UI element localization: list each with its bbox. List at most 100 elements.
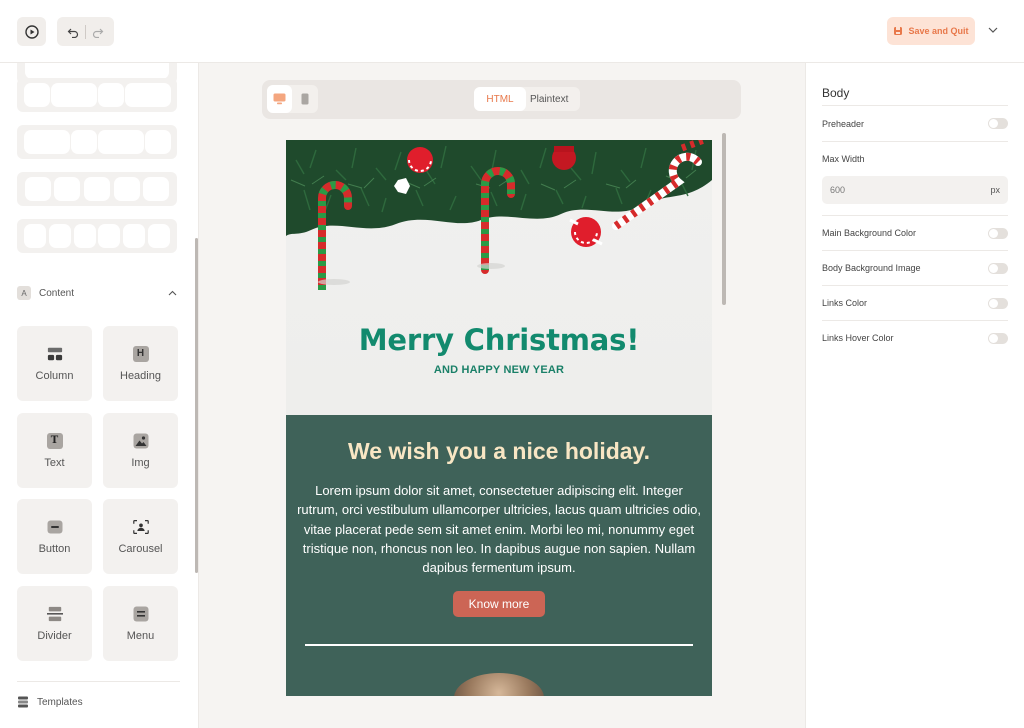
block-divider[interactable]: Divider: [17, 586, 92, 661]
layout-option[interactable]: [17, 125, 177, 159]
chevron-down-icon: [988, 27, 998, 33]
content-section-badge: A: [17, 286, 31, 300]
button-icon: [47, 519, 63, 535]
links-hover-color-row: Links Hover Color: [822, 320, 1008, 355]
photo-image[interactable]: [454, 673, 544, 696]
top-bar: Save and Quit: [0, 0, 1024, 63]
block-heading[interactable]: H Heading: [103, 326, 178, 401]
links-color-label: Links Color: [822, 298, 868, 308]
block-label: Img: [131, 456, 150, 469]
templates-link[interactable]: Templates: [17, 681, 180, 708]
preview-button[interactable]: [17, 17, 46, 46]
layout-option[interactable]: [17, 172, 177, 206]
blocks-panel: A Content Column H Heading T Text Img Bu…: [0, 63, 199, 728]
tab-html[interactable]: HTML: [474, 87, 526, 111]
content-section-header[interactable]: A Content: [17, 283, 179, 303]
undo-icon[interactable]: [67, 26, 79, 38]
menu-icon: [133, 606, 149, 622]
block-menu[interactable]: Menu: [103, 586, 178, 661]
block-column[interactable]: Column: [17, 326, 92, 401]
canvas-toolbar: HTML Plaintext: [262, 80, 741, 119]
links-hover-color-label: Links Hover Color: [822, 333, 894, 343]
main-bg-color-toggle[interactable]: [988, 227, 1008, 239]
mobile-icon: [301, 93, 308, 105]
carousel-icon: [132, 519, 149, 535]
layout-cell: [145, 179, 168, 199]
layout-cell: [146, 132, 169, 152]
layout-cell: [100, 226, 119, 246]
divider-icon: [46, 606, 63, 622]
hero-title[interactable]: Merry Christmas!: [286, 323, 712, 357]
christmas-garland-image: [286, 140, 712, 290]
preheader-row: Preheader: [822, 105, 1008, 141]
block-label: Column: [35, 369, 74, 382]
save-and-quit-label: Save and Quit: [908, 26, 969, 36]
block-label: Button: [38, 542, 71, 555]
canvas-scrollbar[interactable]: [722, 133, 726, 305]
save-and-quit-button[interactable]: Save and Quit: [887, 17, 975, 45]
desktop-icon: [273, 93, 286, 105]
layout-option[interactable]: [17, 219, 177, 253]
max-width-input[interactable]: 600 px: [822, 176, 1008, 204]
body-bg-image-label: Body Background Image: [822, 263, 921, 273]
mode-switcher: HTML Plaintext: [474, 87, 580, 111]
redo-icon[interactable]: [92, 26, 104, 38]
email-preview[interactable]: Merry Christmas! AND HAPPY NEW YEAR We w…: [286, 140, 712, 696]
save-icon: [894, 27, 903, 35]
layout-cell: [52, 85, 95, 105]
text-icon: T: [46, 432, 63, 449]
device-switcher: [267, 85, 318, 113]
main-bg-color-label: Main Background Color: [822, 228, 917, 238]
max-width-unit: px: [990, 185, 1000, 195]
email-divider[interactable]: [305, 644, 693, 646]
preheader-toggle[interactable]: [988, 118, 1008, 129]
block-button[interactable]: Button: [17, 499, 92, 574]
layout-cell: [115, 179, 138, 199]
image-icon: [133, 433, 149, 449]
message-section[interactable]: We wish you a nice holiday. Lorem ipsum …: [286, 415, 712, 696]
tab-plaintext[interactable]: Plaintext: [526, 87, 572, 111]
layout-cell: [25, 132, 68, 152]
links-color-toggle[interactable]: [988, 297, 1008, 309]
block-text[interactable]: T Text: [17, 413, 92, 488]
heading-icon: H: [132, 345, 149, 362]
heading-glyph: H: [136, 348, 145, 359]
layout-cell: [72, 132, 95, 152]
block-carousel[interactable]: Carousel: [103, 499, 178, 574]
layout-cell: [99, 132, 142, 152]
layout-cell: [75, 226, 94, 246]
links-hover-color-toggle[interactable]: [988, 332, 1008, 344]
block-label: Heading: [120, 369, 161, 382]
wish-heading[interactable]: We wish you a nice holiday.: [286, 438, 712, 465]
desktop-view-button[interactable]: [267, 85, 292, 113]
column-icon: [47, 346, 63, 362]
layout-cell: [99, 85, 122, 105]
body-bg-image-toggle[interactable]: [988, 262, 1008, 274]
panel-title: Body: [822, 86, 850, 100]
content-section-label: Content: [39, 287, 75, 299]
block-label: Menu: [126, 629, 155, 642]
layout-cell: [26, 226, 45, 246]
left-panel-scrollbar[interactable]: [195, 238, 198, 573]
max-width-row: Max Width: [822, 141, 1008, 175]
chevron-up-icon: [168, 290, 177, 296]
body-bg-image-row: Body Background Image: [822, 250, 1008, 285]
block-label: Carousel: [118, 542, 163, 555]
layout-cell: [50, 226, 69, 246]
history-controls: [57, 17, 114, 46]
layout-cell: [149, 226, 168, 246]
hero-section[interactable]: Merry Christmas! AND HAPPY NEW YEAR: [286, 140, 712, 415]
links-color-row: Links Color: [822, 285, 1008, 320]
max-width-value: 600: [830, 185, 846, 195]
play-circle-icon: [24, 24, 39, 39]
mobile-view-button[interactable]: [292, 85, 317, 113]
block-label: Text: [44, 456, 65, 469]
block-img[interactable]: Img: [103, 413, 178, 488]
layout-option[interactable]: [17, 78, 177, 112]
body-paragraph[interactable]: Lorem ipsum dolor sit amet, consectetuer…: [294, 481, 704, 577]
main-bg-color-row: Main Background Color: [822, 215, 1008, 250]
text-glyph: T: [50, 435, 59, 446]
hero-subtitle[interactable]: AND HAPPY NEW YEAR: [286, 364, 712, 376]
more-options-button[interactable]: [986, 23, 1000, 37]
know-more-button[interactable]: Know more: [453, 591, 545, 617]
